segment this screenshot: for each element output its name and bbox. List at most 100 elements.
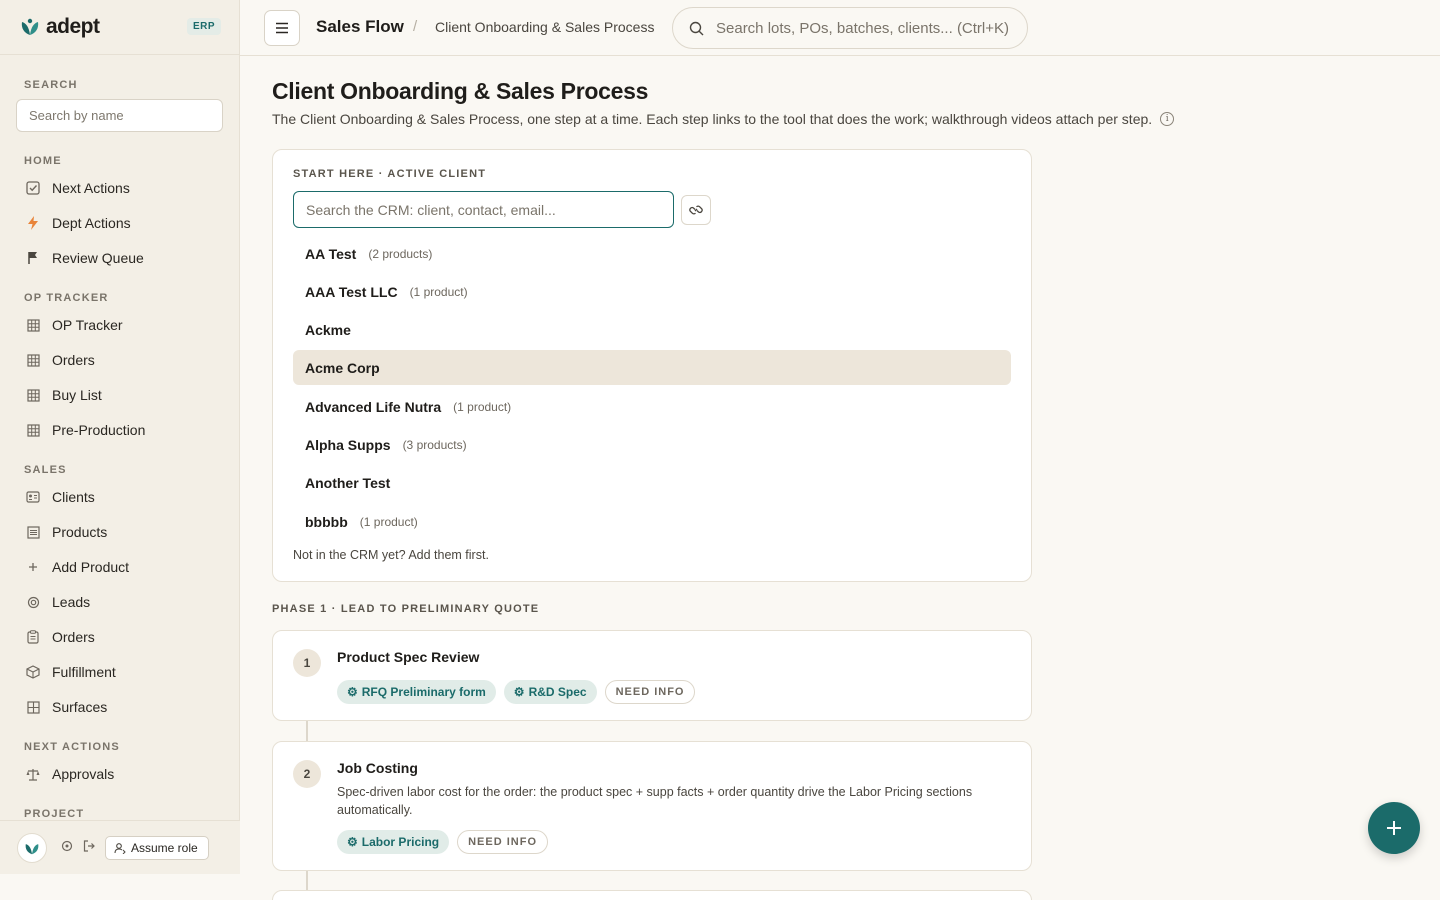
client-option[interactable]: Ackme — [293, 312, 1011, 347]
link-icon — [689, 205, 703, 215]
id-card-icon — [26, 490, 40, 504]
step-connector — [306, 721, 308, 742]
sidebar-item-label: Next Actions — [52, 180, 130, 196]
assume-role-button[interactable]: Assume role — [105, 835, 209, 860]
sidebar-item-next-actions[interactable]: Next Actions — [16, 172, 224, 204]
settings-icon[interactable] — [61, 840, 73, 855]
breadcrumb-sales-flow[interactable]: Sales Flow — [316, 17, 404, 37]
phase-1-label: PHASE 1 · LEAD TO PRELIMINARY QUOTE — [272, 603, 540, 615]
hamburger-icon — [276, 22, 288, 34]
sidebar-item-pre-production[interactable]: Pre-Production — [16, 414, 224, 446]
grid-icon — [26, 353, 40, 367]
client-option[interactable]: AAA Test LLC (1 product) — [293, 274, 1011, 309]
breadcrumb-separator: / — [413, 18, 418, 35]
tool-chip-rd-spec[interactable]: ⚙ R&D Spec — [503, 680, 597, 704]
sidebar-item-orders[interactable]: Orders — [16, 344, 224, 376]
sidebar-item-review-queue[interactable]: Review Queue — [16, 242, 224, 274]
step-card-3 — [272, 890, 1032, 900]
add-to-crm-note[interactable]: Not in the CRM yet? Add them first. — [293, 548, 489, 562]
sidebar-item-surfaces[interactable]: Surfaces — [16, 691, 224, 723]
sidebar-item-label: Leads — [52, 594, 91, 610]
tool-chip-label: R&D Spec — [528, 685, 587, 699]
link-client-button[interactable] — [681, 195, 711, 225]
status-badge[interactable]: NEED INFO — [604, 680, 696, 704]
user-switch-icon — [114, 842, 126, 854]
global-search-input[interactable]: Search lots, POs, batches, clients... (C… — [672, 7, 1028, 49]
assume-role-label: Assume role — [131, 840, 198, 855]
step-number: 1 — [293, 649, 321, 677]
target-icon — [26, 595, 40, 609]
sidebar-item-label: Dept Actions — [52, 215, 131, 231]
sidebar-item-label: Orders — [52, 352, 95, 368]
gear-icon: ⚙ — [347, 685, 358, 699]
page-description: The Client Onboarding & Sales Process, o… — [272, 111, 1175, 127]
logout-icon[interactable] — [83, 840, 95, 855]
tool-chip-label: RFQ Preliminary form — [361, 685, 486, 699]
section-label-next-actions: NEXT ACTIONS — [24, 741, 120, 753]
status-badge[interactable]: NEED INFO — [457, 830, 549, 854]
gear-icon: ⚙ — [347, 835, 358, 849]
section-label-home: HOME — [24, 155, 62, 167]
active-client-card: START HERE · ACTIVE CLIENT AA Test (2 pr… — [272, 149, 1032, 582]
step-card-2: 2 Job Costing Spec-driven labor cost for… — [272, 741, 1032, 871]
sidebar-item-label: Pre-Production — [52, 422, 146, 438]
sidebar-item-buy-list[interactable]: Buy List — [16, 379, 224, 411]
sidebar-search-input[interactable] — [16, 99, 223, 132]
client-option[interactable]: AA Test (2 products) — [293, 236, 1011, 271]
client-product-count: (2 products) — [368, 246, 433, 261]
sidebar-item-fulfillment[interactable]: Fulfillment — [16, 656, 224, 688]
client-option-selected[interactable]: Acme Corp — [293, 350, 1011, 385]
plus-icon — [1387, 821, 1401, 835]
plus-icon — [26, 560, 40, 574]
section-label-sales: SALES — [24, 464, 67, 476]
crm-search-input[interactable] — [293, 191, 674, 228]
client-name: Another Test — [305, 474, 391, 491]
tool-chip-labor-pricing[interactable]: ⚙ Labor Pricing — [337, 830, 450, 854]
sidebar: adept ERP SEARCH HOME Next Actions Dept … — [0, 0, 240, 874]
client-option[interactable]: Advanced Life Nutra (1 product) — [293, 389, 1011, 424]
sidebar-item-label: Fulfillment — [52, 664, 116, 680]
sidebar-item-label: Approvals — [52, 766, 115, 782]
add-fab-button[interactable] — [1368, 802, 1420, 854]
clipboard-icon — [26, 630, 40, 644]
leaf-logo-icon — [25, 843, 39, 854]
sidebar-item-leads[interactable]: Leads — [16, 586, 224, 618]
brand-logo[interactable]: adept — [20, 15, 100, 39]
grid-icon — [26, 318, 40, 332]
client-name: AAA Test LLC — [305, 283, 398, 300]
sidebar-item-approvals[interactable]: Approvals — [16, 758, 224, 790]
step-card-1: 1 Product Spec Review ⚙ RFQ Preliminary … — [272, 630, 1032, 721]
client-name: AA Test — [305, 245, 357, 262]
leaf-logo-icon — [21, 18, 39, 35]
sidebar-item-add-product[interactable]: Add Product — [16, 551, 224, 583]
sidebar-item-label: Clients — [52, 489, 95, 505]
sidebar-item-label: Products — [52, 524, 108, 540]
sidebar-item-clients[interactable]: Clients — [16, 481, 224, 513]
client-option[interactable]: bbbbb (1 product) — [293, 504, 1011, 539]
step-title: Product Spec Review — [337, 649, 480, 665]
active-client-label: START HERE · ACTIVE CLIENT — [293, 168, 487, 180]
step-title: Job Costing — [337, 760, 418, 776]
erp-badge: ERP — [186, 18, 221, 35]
brand-name: adept — [46, 15, 100, 38]
info-icon[interactable]: i — [1160, 112, 1175, 126]
client-option[interactable]: Alpha Supps (3 products) — [293, 427, 1011, 462]
grid-icon — [26, 388, 40, 402]
step-number: 2 — [293, 760, 321, 788]
sidebar-footer: Assume role — [0, 820, 240, 874]
page-description-text: The Client Onboarding & Sales Process, o… — [272, 111, 1153, 127]
tool-chip-rfq-preliminary-form[interactable]: ⚙ RFQ Preliminary form — [337, 680, 496, 704]
sidebar-item-dept-actions[interactable]: Dept Actions — [16, 207, 224, 239]
sidebar-item-sales-orders[interactable]: Orders — [16, 621, 224, 653]
global-search-placeholder: Search lots, POs, batches, clients... (C… — [716, 19, 1010, 37]
checkbox-icon — [26, 181, 40, 195]
client-option[interactable]: Another Test — [293, 465, 1011, 500]
sidebar-item-op-tracker[interactable]: OP Tracker — [16, 309, 224, 341]
menu-toggle-button[interactable] — [264, 10, 300, 46]
page-title: Client Onboarding & Sales Process — [272, 78, 649, 104]
sidebar-item-label: OP Tracker — [52, 317, 123, 333]
avatar[interactable] — [17, 832, 47, 863]
sidebar-item-products[interactable]: Products — [16, 516, 224, 548]
sidebar-item-label: Review Queue — [52, 250, 144, 266]
step-chips: ⚙ RFQ Preliminary form ⚙ R&D Spec NEED I… — [337, 680, 696, 704]
